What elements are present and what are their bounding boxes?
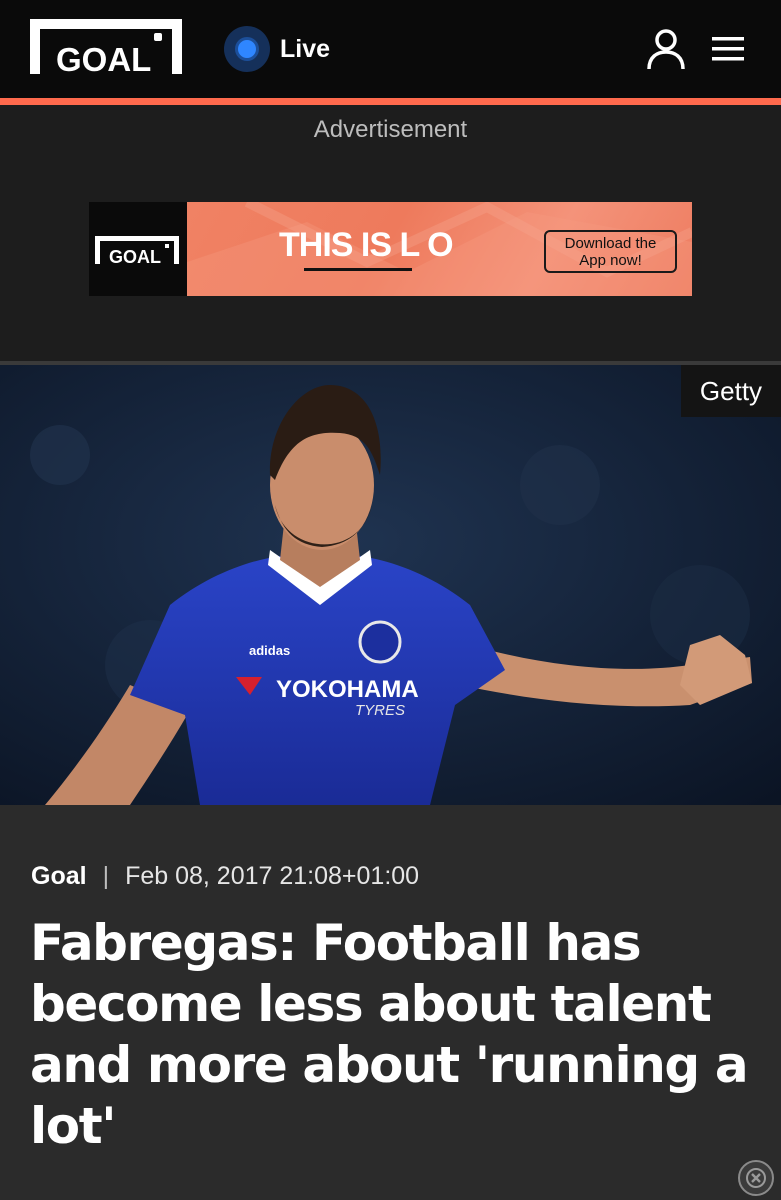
article-source[interactable]: Goal [31, 862, 87, 891]
player-photo: adidas YOKOHAMA TYRES [0, 365, 781, 805]
header-accent-bar [0, 98, 781, 105]
shirt-brand-text: adidas [249, 643, 290, 658]
ad-logo: GOAL [89, 202, 187, 296]
article-date: Feb 08, 2017 21:08+01:00 [125, 862, 420, 890]
close-overlay-button[interactable] [738, 1160, 774, 1196]
close-icon [746, 1168, 766, 1188]
goal-logo[interactable]: GOAL [30, 19, 182, 78]
ad-cta-line2: App now! [579, 252, 642, 269]
live-button[interactable]: Live [224, 26, 330, 72]
logo-text: GOAL [56, 41, 151, 74]
site-header: GOAL Live [0, 0, 781, 98]
image-credit: Getty [681, 365, 781, 417]
goal-logo-mark: GOAL [30, 19, 182, 78]
ad-cta-line1: Download the [564, 235, 657, 252]
ad-headline-underline [304, 268, 412, 271]
menu-button[interactable] [710, 34, 748, 64]
advertisement-label: Advertisement [313, 116, 468, 143]
hero-image: adidas YOKOHAMA TYRES Getty [0, 365, 781, 805]
user-icon [647, 29, 685, 70]
article-meta: Goal | Feb 08, 2017 21:08+01:00 [31, 862, 419, 891]
ad-content: THIS IS L O Download the App now! [187, 202, 692, 296]
ad-logo-text: GOAL [109, 247, 161, 267]
meta-separator: | [102, 862, 110, 890]
shirt-sponsor-line2: TYRES [355, 702, 405, 719]
ad-banner[interactable]: GOAL THIS IS L O Download the App now! [89, 202, 692, 296]
live-label: Live [280, 34, 331, 63]
ad-headline: THIS IS L O [279, 226, 454, 264]
ad-download-button[interactable]: Download the App now! [544, 230, 677, 273]
shirt-sponsor-line1: YOKOHAMA [276, 676, 419, 703]
user-account-button[interactable] [646, 28, 686, 70]
live-dot-icon [224, 26, 270, 72]
article-headline: Fabregas: Football has become less about… [30, 914, 749, 1155]
menu-icon [712, 37, 744, 61]
